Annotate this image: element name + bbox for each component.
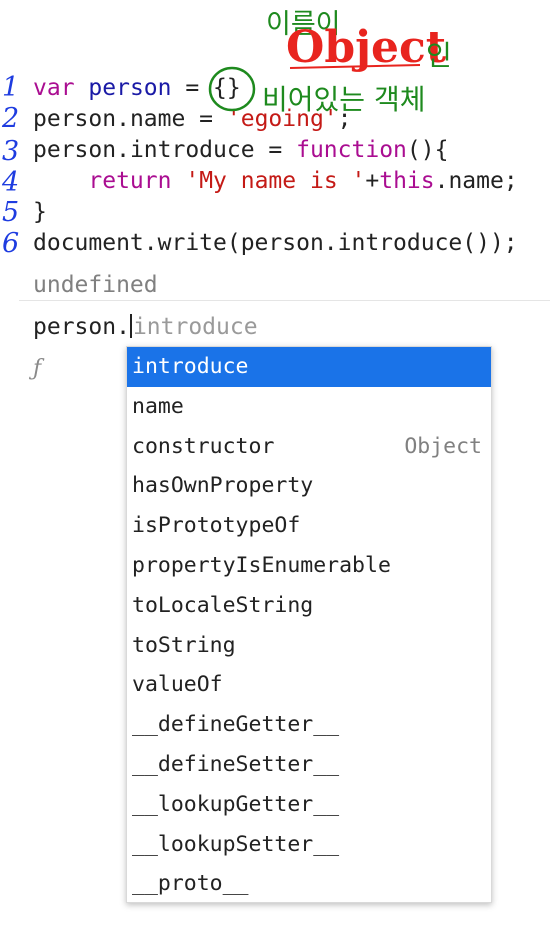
- string-literal: 'My name is ': [185, 168, 366, 194]
- autocomplete-item-label: name: [132, 393, 184, 419]
- line-number-2: 2: [2, 103, 20, 134]
- line-number-4: 4: [2, 167, 20, 198]
- keyword-var: var: [33, 75, 75, 101]
- property-assign: .name =: [116, 106, 227, 132]
- line-number-6: 6: [2, 228, 20, 259]
- code-line-4: return 'My name is '+this.name;: [33, 166, 518, 196]
- autocomplete-item-isprototypeof[interactable]: isPrototypeOf: [127, 506, 491, 546]
- object-ref: person: [33, 137, 117, 163]
- code-line-3: person.introduce = function(){: [33, 135, 448, 165]
- object-ref: person: [33, 106, 117, 132]
- property-assign: .introduce =: [116, 137, 297, 163]
- typed-text: person.: [33, 314, 130, 340]
- annotation-bottom-text: 비어있는 객체: [262, 83, 426, 116]
- autocomplete-item-introduce[interactable]: introduce: [127, 347, 491, 387]
- autocomplete-item-label: __defineSetter__: [132, 751, 340, 777]
- autocomplete-item-label: constructor: [132, 433, 275, 459]
- autocomplete-popup[interactable]: introduce name constructor Object hasOwnProp…: [126, 346, 492, 903]
- autocomplete-item-tolocalestring[interactable]: toLocaleString: [127, 586, 491, 626]
- autocomplete-item-name[interactable]: name: [127, 387, 491, 427]
- concat-op: +: [365, 168, 380, 194]
- autocomplete-item-label: toString: [132, 632, 236, 658]
- autocomplete-item-definegetter[interactable]: __defineGetter__: [127, 705, 491, 745]
- autocomplete-item-label: isPrototypeOf: [132, 513, 301, 539]
- keyword-return: return: [88, 168, 172, 194]
- text-caret: [129, 314, 132, 338]
- inline-suggestion: introduce: [132, 314, 258, 340]
- function-open: (){: [406, 137, 449, 163]
- autocomplete-item-definesetter[interactable]: __defineSetter__: [127, 745, 491, 785]
- code-line-1: var person = {}: [33, 73, 241, 103]
- autocomplete-item-hint: Object: [404, 433, 482, 459]
- annotation-in-text: 인: [426, 39, 452, 72]
- autocomplete-item-tostring[interactable]: toString: [127, 626, 491, 666]
- autocomplete-item-label: toLocaleString: [132, 592, 314, 618]
- autocomplete-item-label: propertyIsEnumerable: [132, 552, 391, 578]
- autocomplete-item-constructor[interactable]: constructor Object: [127, 427, 491, 467]
- property-access: .name;: [434, 168, 518, 194]
- autocomplete-item-label: valueOf: [132, 672, 223, 698]
- autocomplete-item-label: __lookupGetter__: [132, 791, 340, 817]
- autocomplete-item-label: hasOwnProperty: [132, 473, 314, 499]
- autocomplete-item-label: __defineGetter__: [132, 712, 340, 738]
- autocomplete-item-lookupsetter[interactable]: __lookupSetter__: [127, 825, 491, 865]
- autocomplete-item-hasownproperty[interactable]: hasOwnProperty: [127, 466, 491, 506]
- autocomplete-item-label: introduce: [132, 354, 249, 379]
- code-line-6: document.write(person.introduce());: [33, 230, 518, 256]
- code-line-5: }: [33, 199, 47, 225]
- keyword-function: function: [296, 137, 407, 163]
- autocomplete-item-label: __proto__: [132, 871, 249, 897]
- line-number-3: 3: [2, 136, 20, 167]
- line-number-5: 5: [2, 197, 20, 228]
- function-icon: ƒ: [33, 356, 42, 381]
- autocomplete-item-lookupgetter[interactable]: __lookupGetter__: [127, 785, 491, 825]
- autocomplete-item-valueof[interactable]: valueOf: [127, 665, 491, 705]
- autocomplete-item-proto[interactable]: __proto__: [127, 864, 491, 904]
- variable-person: person: [88, 75, 172, 101]
- console-divider: [19, 300, 550, 301]
- annotation-object-word: Object: [286, 22, 447, 73]
- keyword-this: this: [379, 168, 435, 194]
- autocomplete-item-propertyisenumerable[interactable]: propertyIsEnumerable: [127, 546, 491, 586]
- console-input[interactable]: person. introduce: [33, 312, 258, 342]
- empty-object-literal: {}: [213, 75, 241, 101]
- autocomplete-item-label: __lookupSetter__: [132, 831, 340, 857]
- assign-op: =: [171, 75, 214, 101]
- line-number-1: 1: [2, 72, 20, 103]
- console-result: undefined: [33, 272, 158, 298]
